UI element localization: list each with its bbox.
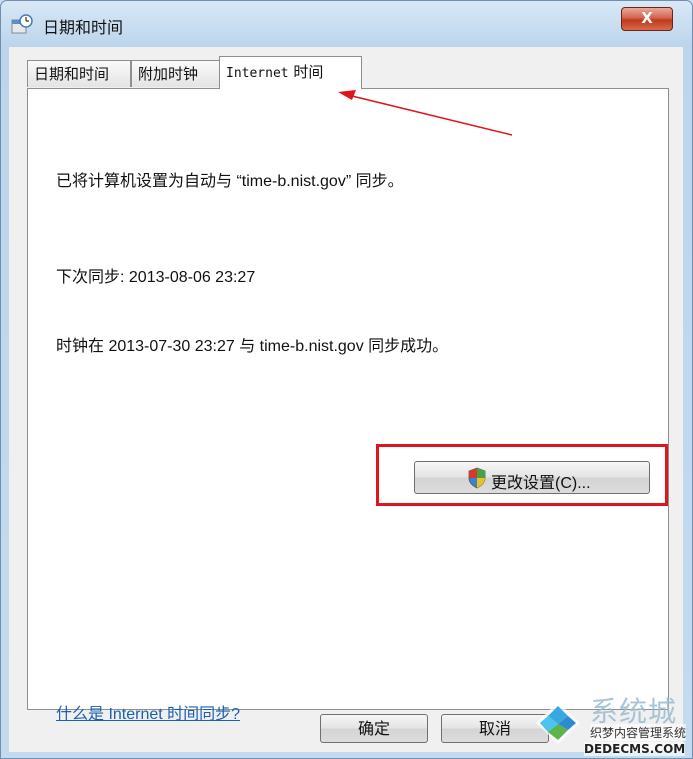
windows-logo-icon	[536, 702, 580, 744]
ok-button[interactable]: 确定	[320, 714, 428, 743]
tab-additional-clocks[interactable]: 附加时钟	[131, 60, 220, 87]
internet-time-panel: 已将计算机设置为自动与 “time-b.nist.gov” 同步。 下次同步: …	[27, 88, 669, 723]
close-button[interactable]: X	[621, 7, 673, 31]
change-settings-button[interactable]: 更改设置(C)...	[414, 461, 650, 494]
dialog-client-area: 日期和时间 附加时钟 Internet 时间 已将计算机设置为自动与 “time…	[9, 47, 683, 752]
tab-internet-time[interactable]: Internet 时间	[219, 56, 362, 89]
tab-date-time[interactable]: 日期和时间	[27, 60, 131, 87]
next-sync-text: 下次同步: 2013-08-06 23:27	[56, 269, 256, 286]
watermark: 系统城 织梦内容管理系统 DEDECMS.COM	[532, 690, 693, 759]
window-title: 日期和时间	[43, 18, 124, 37]
change-settings-label: 更改设置(C)...	[491, 475, 591, 492]
date-time-dialog: 日期和时间 X 日期和时间 附加时钟 Internet 时间 已将计算机设置为自…	[0, 0, 693, 759]
internet-time-help-link[interactable]: 什么是 Internet 时间同步?	[56, 700, 240, 724]
watermark-tagline: 织梦内容管理系统	[590, 724, 687, 741]
last-sync-text: 时钟在 2013-07-30 23:27 与 time-b.nist.gov 同…	[56, 338, 449, 355]
tab-internet-time-label-cn: 时间	[288, 63, 324, 81]
sync-status-text: 已将计算机设置为自动与 “time-b.nist.gov” 同步。	[56, 173, 404, 190]
watermark-url: DEDECMS.COM	[584, 742, 686, 756]
title-bar[interactable]: 日期和时间 X	[1, 1, 692, 47]
clock-app-icon	[11, 14, 33, 34]
uac-shield-icon	[468, 467, 486, 489]
tab-internet-time-label-en: Internet	[226, 66, 289, 81]
